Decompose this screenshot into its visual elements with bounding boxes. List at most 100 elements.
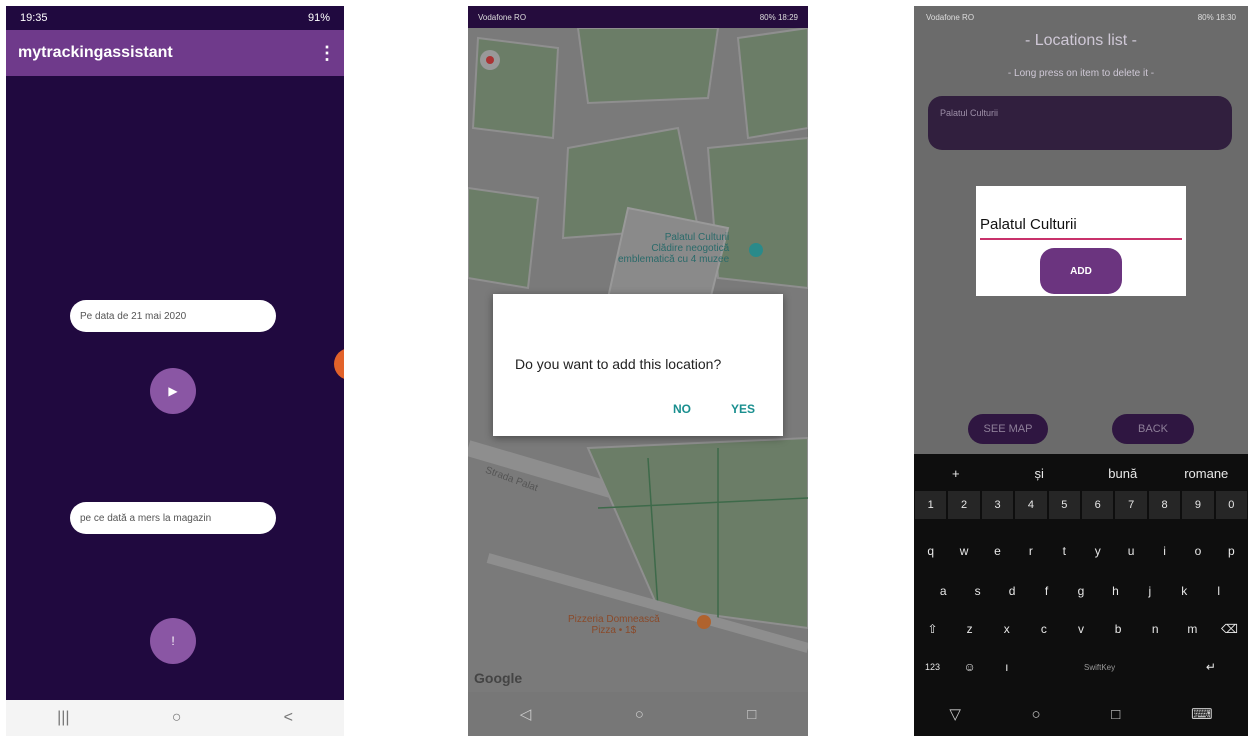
- date-input-text: Pe data de 21 mai 2020: [80, 310, 187, 322]
- bottom-row: 123 ☺ ı SwiftKey ↵: [914, 652, 1248, 682]
- dialog-message: Do you want to add this location?: [515, 356, 722, 372]
- backspace-key-icon[interactable]: ⌫: [1211, 622, 1248, 636]
- key-a[interactable]: a: [926, 584, 960, 598]
- keyboard-switch-icon[interactable]: ⌨: [1191, 705, 1213, 723]
- suggestion-1[interactable]: și: [998, 466, 1082, 481]
- key-8[interactable]: 8: [1148, 491, 1181, 519]
- emoji-key-icon[interactable]: ☺: [951, 660, 988, 674]
- phone-screen-map: Vodafone RO 80% 18:29 Palatul Culturii C…: [468, 6, 808, 736]
- map-poi-pizzeria[interactable]: Pizzeria Domnească Pizza • 1$: [568, 614, 660, 636]
- play-icon: ▶: [168, 384, 178, 398]
- enter-key-icon[interactable]: ↵: [1174, 660, 1248, 674]
- key-d[interactable]: d: [995, 584, 1029, 598]
- poi-name: Palatul Culturii: [664, 232, 730, 243]
- location-name-input[interactable]: Palatul Culturii: [980, 216, 1182, 240]
- edge-panel-handle[interactable]: [334, 348, 344, 380]
- key-r[interactable]: r: [1014, 544, 1047, 558]
- key-y[interactable]: y: [1081, 544, 1114, 558]
- location-item-label: Palatul Culturii: [940, 108, 999, 118]
- home-icon[interactable]: ○: [1032, 706, 1041, 723]
- key-4[interactable]: 4: [1015, 491, 1047, 519]
- key-u[interactable]: u: [1114, 544, 1147, 558]
- query-input-text: pe ce dată a mers la magazin: [80, 512, 212, 524]
- overflow-menu-icon[interactable]: ⋮: [318, 43, 336, 64]
- key-t[interactable]: t: [1048, 544, 1081, 558]
- letter-row-3: ⇧ z x c v b n m ⌫: [914, 614, 1248, 644]
- back-icon[interactable]: <: [284, 709, 293, 727]
- page-title: - Locations list -: [1024, 32, 1138, 49]
- key-q[interactable]: q: [914, 544, 947, 558]
- key-6[interactable]: 6: [1082, 491, 1114, 519]
- key-7[interactable]: 7: [1115, 491, 1147, 519]
- back-icon[interactable]: ▽: [949, 705, 961, 723]
- key-9[interactable]: 9: [1182, 491, 1214, 519]
- yes-button[interactable]: YES: [731, 402, 755, 416]
- status-battery: 91%: [307, 12, 330, 24]
- key-v[interactable]: v: [1062, 622, 1099, 636]
- map-poi-palatul[interactable]: Palatul Culturii Clădire neogotică emble…: [618, 232, 729, 265]
- app-bar: mytrackingassistant ⋮: [6, 30, 344, 76]
- key-1[interactable]: 1: [915, 491, 947, 519]
- key-l[interactable]: l: [1202, 584, 1236, 598]
- key-j[interactable]: j: [1133, 584, 1167, 598]
- phone-screen-locations: Vodafone RO 80% 18:30 - Locations list -…: [914, 6, 1248, 736]
- no-button[interactable]: NO: [673, 402, 691, 416]
- recents-icon[interactable]: |||: [57, 709, 69, 727]
- key-punctuation[interactable]: ı: [988, 660, 1025, 674]
- back-icon[interactable]: ◁: [520, 705, 532, 723]
- restaurant-desc: Pizza • 1$: [591, 625, 637, 636]
- space-key[interactable]: SwiftKey: [1025, 663, 1173, 672]
- key-h[interactable]: h: [1098, 584, 1132, 598]
- key-s[interactable]: s: [960, 584, 994, 598]
- add-location-dialog: Palatul Culturii ADD: [976, 186, 1186, 296]
- home-icon[interactable]: ○: [172, 709, 182, 727]
- status-time: 19:35: [20, 12, 48, 24]
- key-3[interactable]: 3: [981, 491, 1014, 519]
- suggestion-plus[interactable]: +: [914, 466, 998, 481]
- suggestion-2[interactable]: bună: [1081, 466, 1165, 481]
- key-m[interactable]: m: [1174, 622, 1211, 636]
- letter-row-2: a s d f g h j k l: [914, 576, 1248, 606]
- poi-desc-1: Clădire neogotică: [651, 243, 730, 254]
- status-carrier: Vodafone RO: [926, 12, 975, 22]
- page-subtitle: - Long press on item to delete it -: [1007, 68, 1155, 79]
- recents-icon[interactable]: □: [747, 706, 756, 723]
- key-g[interactable]: g: [1064, 584, 1098, 598]
- key-w[interactable]: w: [947, 544, 980, 558]
- key-p[interactable]: p: [1215, 544, 1248, 558]
- poi-desc-2: emblematică cu 4 muzee: [618, 254, 730, 265]
- mic-button[interactable]: !: [150, 618, 196, 664]
- date-input[interactable]: Pe data de 21 mai 2020: [70, 300, 276, 332]
- see-map-button[interactable]: SEE MAP: [968, 414, 1048, 444]
- number-row: 1 2 3 4 5 6 7 8 9 0: [914, 490, 1248, 520]
- keyboard: + și bună romane 1 2 3 4 5 6 7 8 9 0 q w…: [914, 454, 1248, 692]
- key-123[interactable]: 123: [914, 662, 951, 672]
- nav-bar: ◁ ○ □: [468, 692, 808, 736]
- back-button[interactable]: BACK: [1112, 414, 1194, 444]
- restaurant-name: Pizzeria Domnească: [568, 614, 660, 625]
- key-k[interactable]: k: [1167, 584, 1201, 598]
- key-2[interactable]: 2: [948, 491, 980, 519]
- key-5[interactable]: 5: [1048, 491, 1081, 519]
- key-i[interactable]: i: [1148, 544, 1181, 558]
- key-0[interactable]: 0: [1215, 491, 1248, 519]
- app-title: mytrackingassistant: [18, 44, 173, 61]
- key-n[interactable]: n: [1137, 622, 1174, 636]
- key-o[interactable]: o: [1181, 544, 1214, 558]
- recents-icon[interactable]: □: [1111, 706, 1120, 723]
- key-x[interactable]: x: [988, 622, 1025, 636]
- add-button[interactable]: ADD: [1040, 248, 1122, 294]
- letter-row-1: q w e r t y u i o p: [914, 536, 1248, 566]
- shift-key-icon[interactable]: ⇧: [914, 622, 951, 636]
- key-c[interactable]: c: [1025, 622, 1062, 636]
- confirm-dialog: Do you want to add this location? NO YES: [493, 294, 783, 436]
- query-input[interactable]: pe ce dată a mers la magazin: [70, 502, 276, 534]
- key-f[interactable]: f: [1029, 584, 1063, 598]
- home-icon[interactable]: ○: [635, 706, 644, 723]
- suggestion-3[interactable]: romane: [1165, 466, 1249, 481]
- key-e[interactable]: e: [981, 544, 1014, 558]
- key-z[interactable]: z: [951, 622, 988, 636]
- key-b[interactable]: b: [1100, 622, 1137, 636]
- location-list-item[interactable]: Palatul Culturii: [928, 96, 1232, 150]
- play-button[interactable]: ▶: [150, 368, 196, 414]
